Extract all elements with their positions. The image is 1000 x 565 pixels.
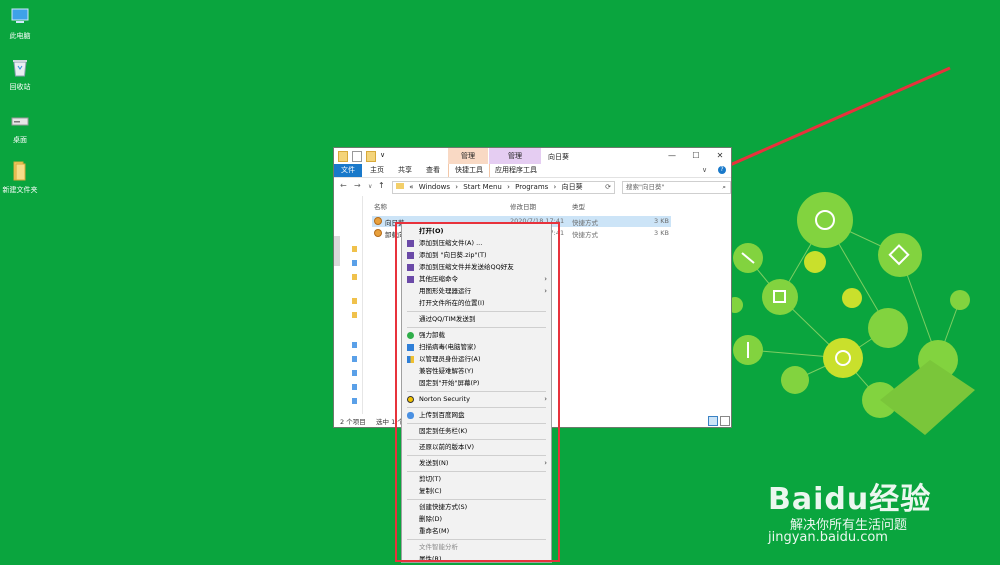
- nav-folder-icon: [352, 356, 357, 362]
- desktop-icon-recycle-bin[interactable]: 回收站: [0, 57, 45, 92]
- column-header-date[interactable]: 修改日期: [510, 201, 536, 211]
- breadcrumb-sep: ›: [455, 183, 459, 191]
- file-size: 3 KB: [654, 217, 669, 225]
- chevron-down-icon[interactable]: ∨: [702, 166, 707, 174]
- close-icon[interactable]: ✕: [714, 150, 726, 162]
- sunflower-app-icon: [374, 229, 382, 237]
- new-folder-icon[interactable]: [366, 151, 376, 162]
- large-icons-view-icon[interactable]: [720, 416, 730, 426]
- forward-arrow-icon[interactable]: →: [354, 181, 361, 190]
- desktop-icon-desktop[interactable]: 桌面: [0, 110, 45, 145]
- breadcrumb-overflow[interactable]: «: [409, 183, 413, 191]
- breadcrumb-start-menu[interactable]: Start Menu: [463, 183, 502, 191]
- watermark-logo: Baidu经验: [768, 482, 932, 517]
- details-view-icon[interactable]: [708, 416, 718, 426]
- desktop-icon-label: 此电脑: [9, 32, 31, 40]
- nav-folder-icon: [352, 260, 357, 266]
- maximize-icon[interactable]: ☐: [690, 150, 702, 162]
- desktop-icon-new-folder[interactable]: 新建文件夹: [0, 160, 45, 195]
- chevron-down-icon[interactable]: ∨: [368, 183, 372, 190]
- nav-folder-icon: [352, 370, 357, 376]
- file-size: 3 KB: [654, 229, 669, 237]
- nav-folder-icon: [352, 398, 357, 404]
- nav-scrollbar[interactable]: [334, 236, 340, 266]
- highlight-frame: [395, 222, 560, 562]
- desktop-icon-label: 桌面: [13, 136, 27, 144]
- quick-access-toolbar: ∨: [338, 151, 385, 162]
- window-title: 向日葵: [548, 153, 569, 161]
- computer-icon: [11, 8, 29, 23]
- search-placeholder: 搜索"向日葵": [626, 183, 665, 191]
- ribbon-tabs: 文件 主页 共享 查看 快捷工具 应用程序工具 ∨ ?: [334, 164, 731, 178]
- baidu-jingyan-watermark: Baidu经验 解决你所有生活问题 jingyan.baidu.com: [768, 474, 932, 545]
- nav-folder-icon: [352, 312, 357, 318]
- address-bar[interactable]: « Windows › Start Menu › Programs › 向日葵 …: [392, 181, 615, 194]
- breadcrumb-programs[interactable]: Programs: [515, 183, 548, 191]
- lightbulb-network-graphic: [727, 192, 975, 435]
- tab-file[interactable]: 文件: [334, 164, 362, 177]
- chevron-down-icon[interactable]: ∨: [380, 151, 385, 162]
- tab-share[interactable]: 共享: [392, 164, 418, 177]
- nav-folder-icon: [352, 384, 357, 390]
- search-input[interactable]: 搜索"向日葵" ⌕: [622, 181, 731, 194]
- file-type: 快捷方式: [572, 231, 598, 239]
- folder-icon[interactable]: [338, 151, 348, 162]
- folder-icon: [13, 161, 26, 181]
- tab-shortcut-tools[interactable]: 快捷工具: [448, 164, 490, 177]
- search-icon: ⌕: [722, 183, 726, 191]
- file-type: 快捷方式: [572, 219, 598, 227]
- sunflower-app-icon: [374, 217, 382, 225]
- address-row: ← → ∨ ↑ « Windows › Start Menu › Program…: [334, 179, 731, 195]
- tab-home[interactable]: 主页: [364, 164, 390, 177]
- navigation-pane[interactable]: [334, 196, 363, 414]
- nav-folder-icon: [352, 342, 357, 348]
- breadcrumb-current[interactable]: 向日葵: [562, 183, 583, 191]
- help-icon[interactable]: ?: [718, 166, 726, 174]
- desktop-icon-label: 回收站: [9, 83, 31, 91]
- nav-folder-icon: [352, 298, 357, 304]
- tab-manage-shortcut[interactable]: 管理: [448, 148, 488, 164]
- status-item-count: 2 个项目: [340, 418, 366, 426]
- breadcrumb-windows[interactable]: Windows: [419, 183, 450, 191]
- nav-folder-icon: [352, 246, 357, 252]
- watermark-url: jingyan.baidu.com: [768, 530, 888, 545]
- back-arrow-icon[interactable]: ←: [340, 181, 347, 190]
- tab-manage-app[interactable]: 管理: [489, 148, 541, 164]
- breadcrumb-sep: ›: [507, 183, 510, 191]
- column-header-type[interactable]: 类型: [572, 201, 585, 211]
- properties-icon[interactable]: [352, 151, 362, 162]
- refresh-icon[interactable]: ⟳: [605, 182, 611, 193]
- tab-app-tools[interactable]: 应用程序工具: [490, 164, 542, 177]
- nav-folder-icon: [352, 274, 357, 280]
- minimize-icon[interactable]: —: [666, 150, 678, 162]
- up-arrow-icon[interactable]: ↑: [378, 181, 385, 190]
- tab-view[interactable]: 查看: [420, 164, 446, 177]
- desktop-icon-this-pc[interactable]: 此电脑: [0, 6, 45, 41]
- column-header-name[interactable]: 名称: [374, 201, 387, 211]
- folder-icon: [396, 183, 404, 189]
- breadcrumb-sep: ›: [553, 183, 557, 191]
- desktop-drive-icon: [11, 117, 29, 126]
- title-bar: ∨ 管理 管理 向日葵 — ☐ ✕: [334, 148, 731, 164]
- desktop-icon-label: 新建文件夹: [2, 186, 38, 194]
- recycle-bin-icon: [13, 60, 27, 77]
